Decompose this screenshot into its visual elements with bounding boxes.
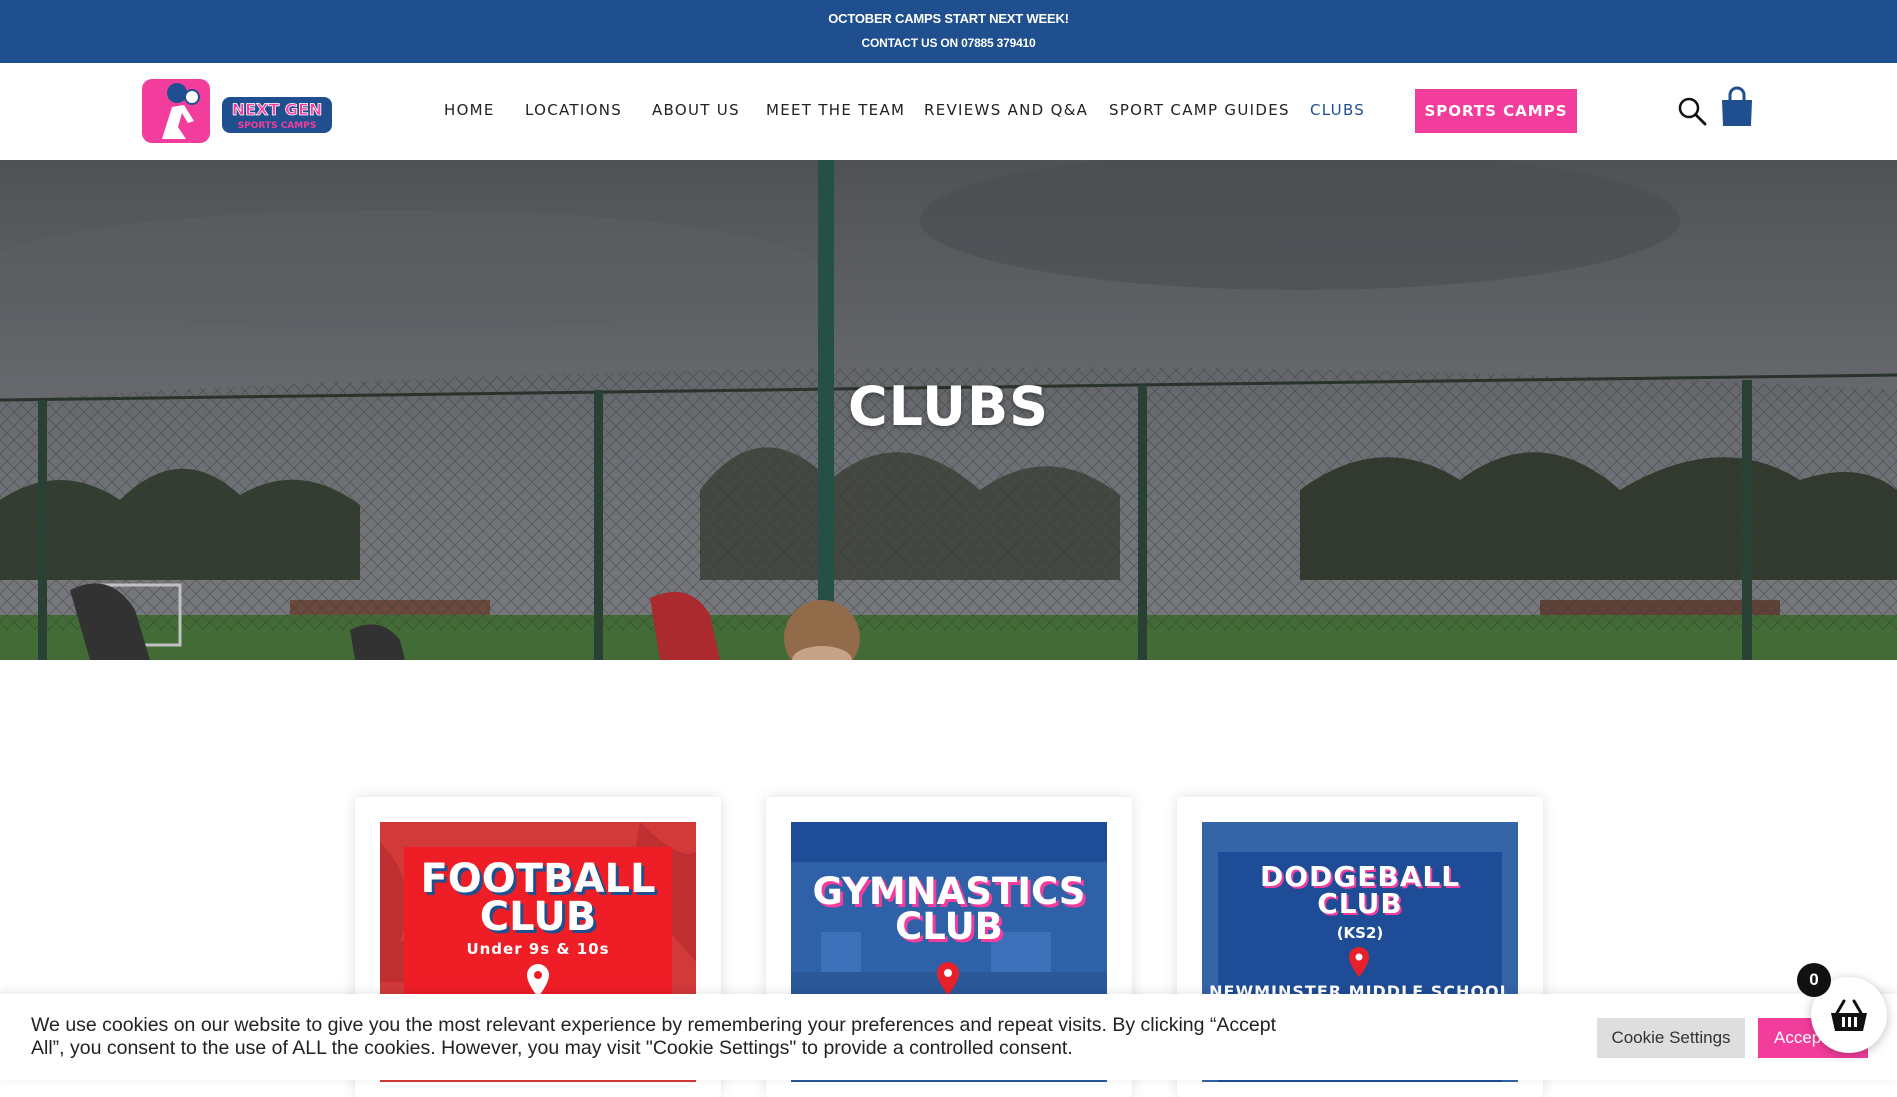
nav-sport-camp-guides[interactable]: SPORT CAMP GUIDES [1109,101,1290,119]
cookie-consent-text: We use cookies on our website to give yo… [31,1014,1277,1059]
nav-home[interactable]: HOME [444,101,495,119]
svg-text:SPORTS CAMPS: SPORTS CAMPS [238,121,317,131]
cart-count-badge: 0 [1797,963,1831,997]
shopping-bag-icon[interactable] [1719,86,1755,128]
poster-title: FOOTBALL CLUB [420,856,656,940]
announcement-text: OCTOBER CAMPS START NEXT WEEK! [828,11,1069,26]
contact-phone-text[interactable]: CONTACT US ON 07885 379410 [0,36,1897,50]
poster-subtitle: (KS2) [1336,924,1384,942]
poster-title: DODGEBALL CLUB [1259,860,1461,920]
site-header: NEXT GEN SPORTS CAMPS HOME LOCATIONS ABO… [0,63,1897,160]
nav-clubs[interactable]: CLUBS [1310,101,1365,119]
hero-banner: CLUBS [0,160,1897,660]
nav-reviews[interactable]: REVIEWS AND Q&A [924,101,1088,119]
nav-meet-the-team[interactable]: MEET THE TEAM [766,101,905,119]
poster-title: GYMNASTICS CLUB [812,870,1086,949]
announcement-bar: OCTOBER CAMPS START NEXT WEEK! CONTACT U… [0,0,1897,63]
site-logo[interactable]: NEXT GEN SPORTS CAMPS [142,77,332,145]
page-title: CLUBS [847,375,1049,438]
search-icon[interactable] [1676,95,1708,127]
poster-subtitle: Under 9s & 10s [466,940,610,958]
nav-about-us[interactable]: ABOUT US [652,101,740,119]
cookie-banner: We use cookies on our website to give yo… [0,994,1897,1080]
cookie-settings-button[interactable]: Cookie Settings [1597,1018,1745,1058]
svg-text:NEXT GEN: NEXT GEN [232,100,323,119]
nav-locations[interactable]: LOCATIONS [525,101,622,119]
sports-camps-button[interactable]: SPORTS CAMPS [1415,89,1577,133]
